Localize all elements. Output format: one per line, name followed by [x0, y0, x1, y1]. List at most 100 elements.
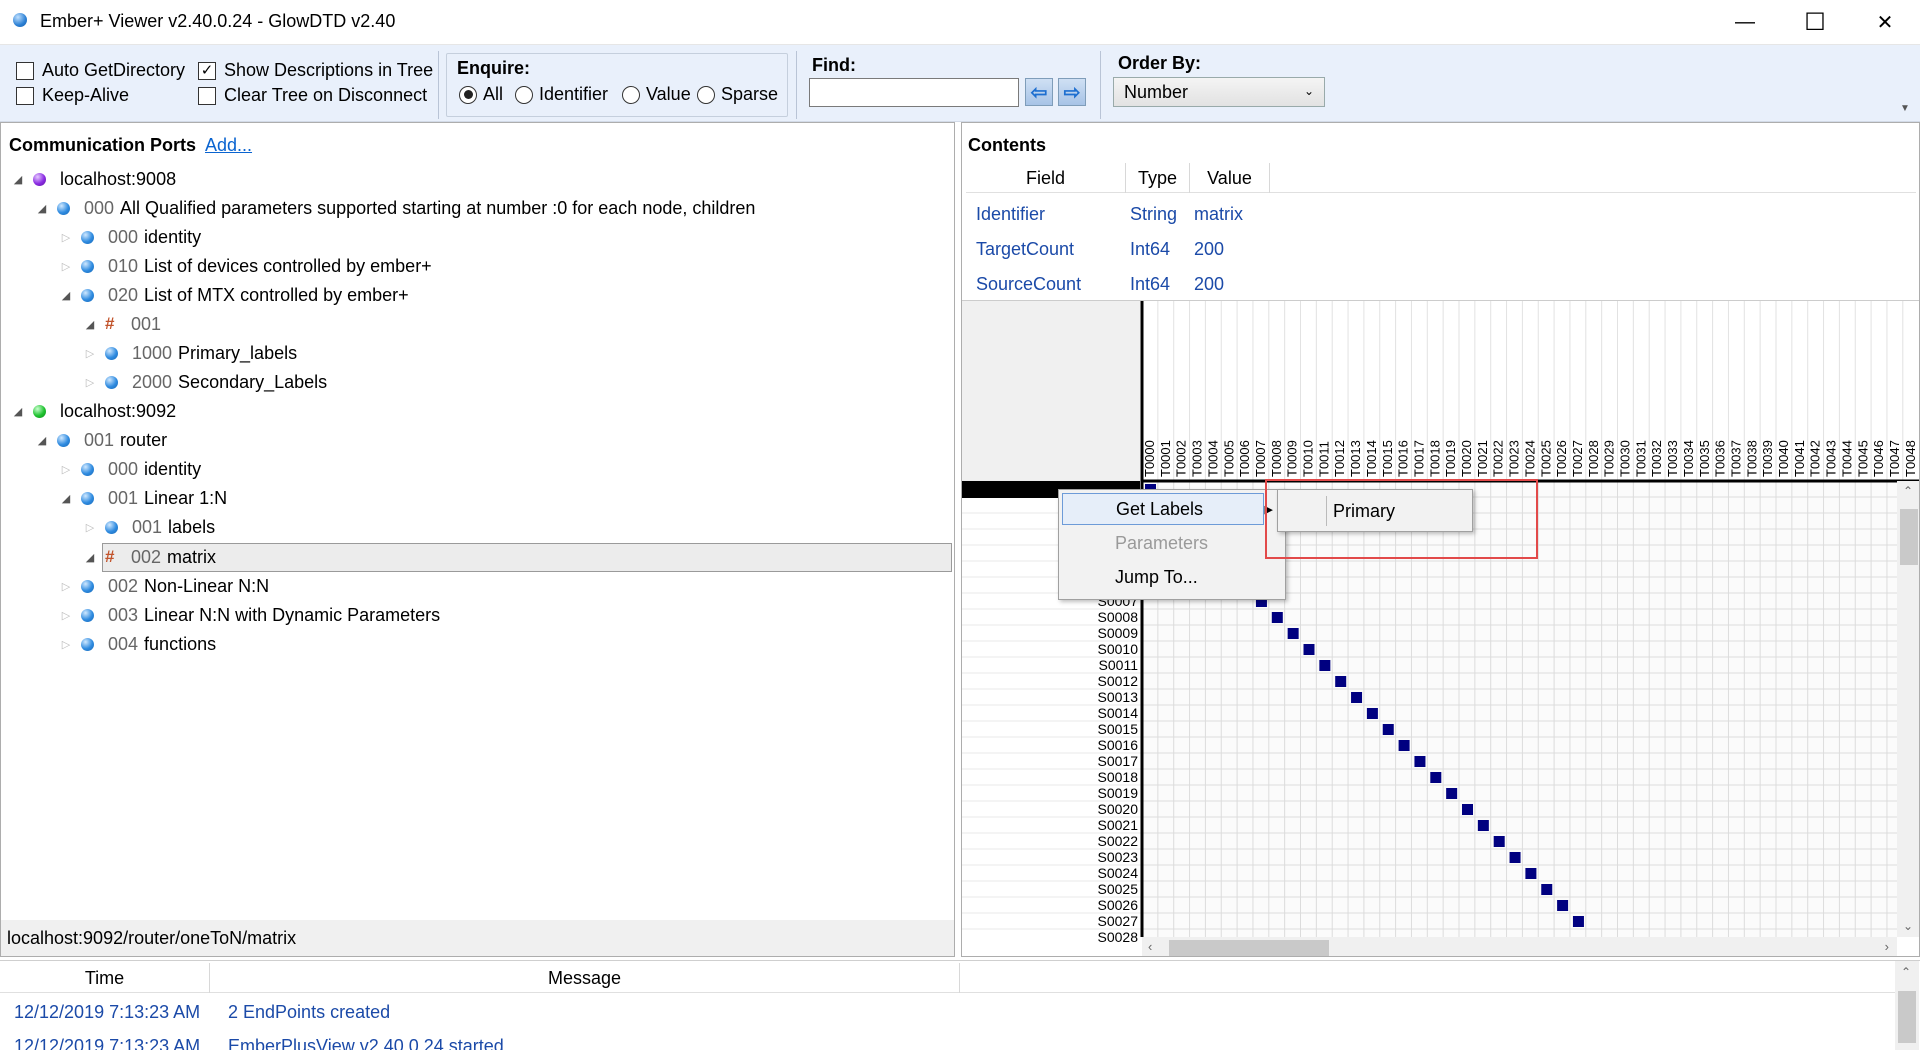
find-next-button[interactable]: ⇨ [1058, 78, 1086, 106]
tree-node[interactable]: ▷ 001 labels [83, 513, 215, 541]
tree-node[interactable]: ▷ 000 identity [59, 223, 201, 251]
expanded-icon[interactable]: ◢ [35, 202, 49, 215]
tree-node[interactable]: ◢ 020 List of MTX controlled by ember+ [59, 281, 409, 309]
tree-label: matrix [167, 546, 217, 567]
row-value[interactable]: 200 [1194, 239, 1224, 260]
matrix-vertical-scrollbar[interactable]: ⌃ ⌄ [1897, 481, 1919, 937]
menu-item-jump-to[interactable]: Jump To... [1062, 561, 1198, 593]
tree-node-port-9008[interactable]: ◢ localhost:9008 [11, 165, 176, 193]
radio-icon[interactable] [697, 85, 715, 104]
add-port-link[interactable]: Add... [205, 135, 252, 156]
scroll-left-icon[interactable]: ‹ [1148, 939, 1152, 954]
tree-node[interactable]: ▷ 1000 Primary_labels [83, 339, 297, 367]
row-type[interactable]: Int64 [1130, 274, 1170, 295]
row-value[interactable]: 200 [1194, 274, 1224, 295]
checkbox-box[interactable] [198, 86, 216, 105]
matrix-grid[interactable]: T0000 T0001 T0002 T0003 T0004 T0005 T0006 T0007… [962, 301, 1920, 957]
tree-node[interactable]: ▷ 010 List of devices controlled by ember+ [59, 252, 432, 280]
collapsed-icon[interactable]: ▷ [83, 376, 97, 389]
collapsed-icon[interactable]: ▷ [59, 638, 73, 651]
keep-alive-checkbox[interactable]: Keep-Alive [16, 85, 129, 106]
menu-item-get-labels[interactable]: Get Labels ▶ [1062, 493, 1273, 525]
log-vertical-scrollbar[interactable]: ⌃ [1895, 961, 1919, 1050]
collapsed-icon[interactable]: ▷ [59, 463, 73, 476]
tree-node[interactable]: ▷ 003 Linear N:N with Dynamic Parameters [59, 601, 440, 629]
tree-node[interactable]: ▷ 2000 Secondary_Labels [83, 368, 327, 396]
log-column-time[interactable]: Time [0, 963, 210, 993]
collapsed-icon[interactable]: ▷ [59, 231, 73, 244]
enquire-radio-identifier[interactable]: Identifier [515, 84, 608, 105]
tree-node[interactable]: ▷ 002 Non-Linear N:N [59, 572, 269, 600]
expanded-icon[interactable]: ◢ [83, 551, 97, 564]
collapsed-icon[interactable]: ▷ [83, 347, 97, 360]
collapsed-icon[interactable]: ▷ [83, 521, 97, 534]
tree-node-matrix-selected[interactable]: ◢ #002 matrix [83, 543, 216, 571]
tree-node[interactable]: ◢ 001 router [35, 426, 167, 454]
tree-node[interactable]: ◢ 000 All Qualified parameters supported s… [35, 194, 756, 222]
target-label: T0015 [1380, 440, 1395, 477]
enquire-radio-value[interactable]: Value [622, 84, 691, 105]
row-field[interactable]: Identifier [976, 204, 1045, 225]
expanded-icon[interactable]: ◢ [59, 492, 73, 505]
crosspoint-connected [1541, 884, 1553, 895]
radio-label: All [483, 84, 504, 104]
column-value[interactable]: Value [1190, 163, 1270, 193]
target-label: T0029 [1602, 440, 1617, 477]
log-message[interactable]: 2 EndPoints created [228, 1002, 390, 1023]
enquire-radio-all[interactable]: All [459, 84, 503, 105]
arrow-right-icon: ⇨ [1063, 81, 1081, 104]
enquire-radio-sparse[interactable]: Sparse [697, 84, 778, 105]
tree-node[interactable]: ▷ 004 functions [59, 630, 216, 658]
tree-node[interactable]: ◢ 001 Linear 1:N [59, 484, 227, 512]
radio-icon[interactable] [515, 85, 533, 104]
checkbox-box[interactable] [16, 86, 34, 105]
find-input[interactable] [809, 78, 1019, 107]
expanded-icon[interactable]: ◢ [35, 434, 49, 447]
matrix-horizontal-scrollbar[interactable]: ‹ › [1142, 937, 1897, 956]
auto-getdirectory-checkbox[interactable]: Auto GetDirectory [16, 60, 185, 81]
log-time[interactable]: 12/12/2019 7:13:23 AM [14, 1036, 200, 1050]
tree-node-matrix[interactable]: ◢ #001 [83, 310, 167, 338]
collapsed-icon[interactable]: ▷ [59, 580, 73, 593]
scrollbar-thumb[interactable] [1898, 991, 1916, 1043]
scrollbar-thumb[interactable] [1900, 509, 1918, 565]
close-button[interactable]: ✕ [1850, 0, 1920, 45]
row-field[interactable]: SourceCount [976, 274, 1081, 295]
tree-node[interactable]: ▷ 000 identity [59, 455, 201, 483]
maximize-button[interactable]: ☐ [1780, 0, 1850, 45]
expanded-icon[interactable]: ◢ [11, 173, 25, 186]
scroll-down-icon[interactable]: ⌄ [1903, 919, 1913, 933]
column-field[interactable]: Field [966, 163, 1126, 193]
log-message[interactable]: EmberPlusView v2.40.0.24 started [228, 1036, 504, 1050]
row-type[interactable]: String [1130, 204, 1177, 225]
log-column-message[interactable]: Message [210, 963, 960, 993]
clear-tree-checkbox[interactable]: Clear Tree on Disconnect [198, 85, 427, 106]
scroll-right-icon[interactable]: › [1885, 939, 1889, 954]
collapsed-icon[interactable]: ▷ [59, 609, 73, 622]
scrollbar-thumb[interactable] [1169, 940, 1329, 956]
show-descriptions-checkbox[interactable]: ✓ Show Descriptions in Tree [198, 60, 433, 81]
tree-number: 003 [108, 604, 139, 625]
tree-node-port-9092[interactable]: ◢ localhost:9092 [11, 397, 176, 425]
radio-icon[interactable] [622, 85, 640, 104]
row-field[interactable]: TargetCount [976, 239, 1074, 260]
log-panel: Time Message 12/12/2019 7:13:23 AM 2 End… [0, 960, 1920, 1050]
expanded-icon[interactable]: ◢ [83, 318, 97, 331]
scroll-up-icon[interactable]: ⌃ [1901, 965, 1911, 979]
checkmark-icon[interactable]: ✓ [198, 61, 216, 80]
column-type[interactable]: Type [1126, 163, 1190, 193]
order-by-select[interactable]: Number ⌄ [1113, 77, 1325, 107]
scroll-up-icon[interactable]: ⌃ [1903, 484, 1913, 498]
checkbox-label: Keep-Alive [42, 85, 130, 105]
radio-selected-icon[interactable] [459, 85, 477, 104]
collapsed-icon[interactable]: ▷ [59, 260, 73, 273]
minimize-button[interactable]: — [1710, 0, 1780, 45]
expanded-icon[interactable]: ◢ [59, 289, 73, 302]
find-previous-button[interactable]: ⇦ [1025, 78, 1053, 106]
expanded-icon[interactable]: ◢ [11, 405, 25, 418]
log-time[interactable]: 12/12/2019 7:13:23 AM [14, 1002, 200, 1023]
row-type[interactable]: Int64 [1130, 239, 1170, 260]
toolbar-overflow-icon[interactable]: ▼ [1900, 103, 1910, 114]
row-value[interactable]: matrix [1194, 204, 1243, 225]
checkbox-box[interactable] [16, 61, 34, 80]
